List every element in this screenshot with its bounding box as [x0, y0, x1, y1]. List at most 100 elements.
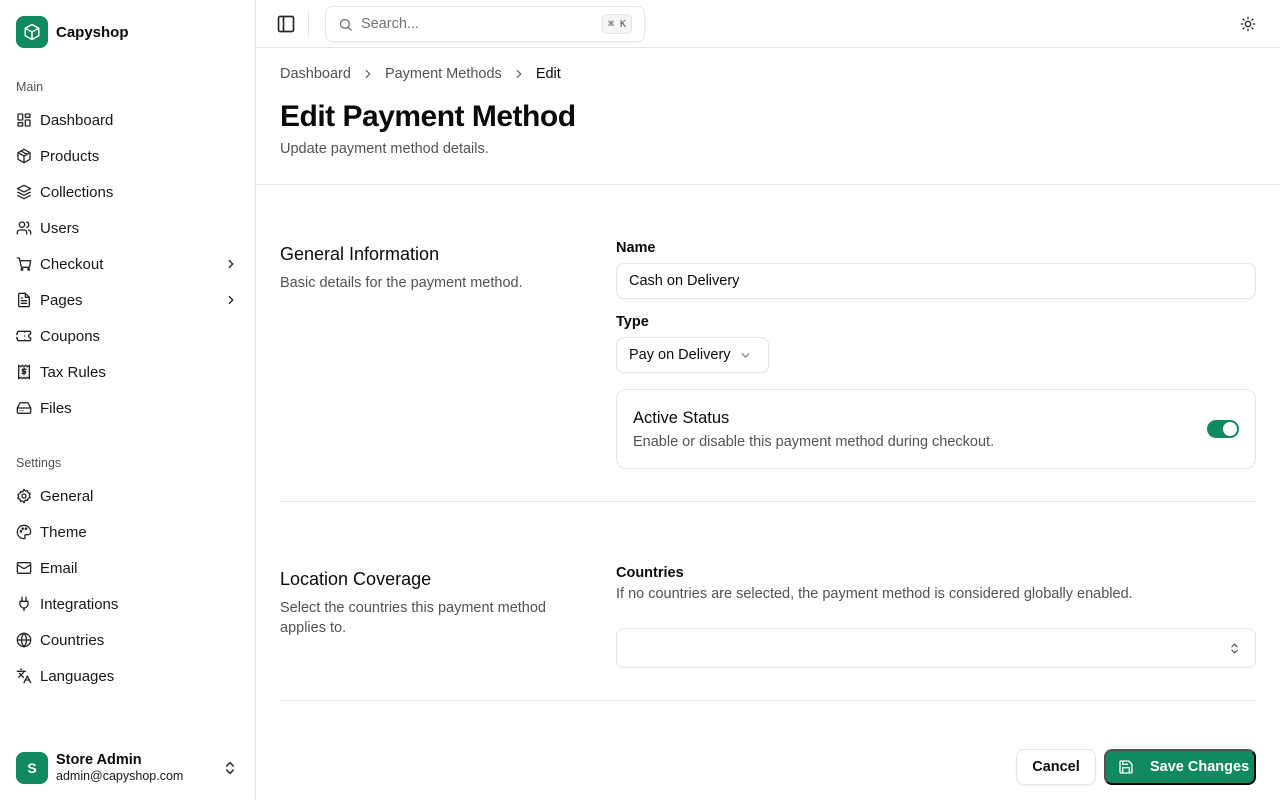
countries-label: Countries: [616, 565, 684, 581]
sidebar-item-label: General: [40, 487, 94, 505]
chevrons-up-down-icon: [225, 761, 235, 775]
shopping-cart-icon: [16, 257, 32, 271]
languages-icon: [16, 668, 32, 684]
sidebar-item-general[interactable]: General: [8, 478, 248, 514]
page-subtitle: Update payment method details.: [280, 141, 489, 157]
section-title-location: Location Coverage: [280, 569, 432, 589]
sidebar-item-languages[interactable]: Languages: [8, 658, 248, 694]
brand-name: Capyshop: [56, 23, 129, 41]
chevron-right-icon: [228, 295, 234, 305]
countries-help-text: If no countries are selected, the paymen…: [616, 586, 1133, 602]
nav-group-label-settings: Settings: [16, 456, 62, 470]
sidebar: Capyshop Main Dashboard Products Collect…: [0, 0, 256, 800]
sidebar-item-label: Files: [40, 399, 72, 417]
layout-dashboard-icon: [17, 113, 31, 127]
sidebar-item-dashboard[interactable]: Dashboard: [8, 102, 248, 138]
divider: [308, 12, 309, 36]
sidebar-item-label: Languages: [40, 667, 115, 685]
layers-icon: [16, 184, 32, 200]
nav-group-label-main: Main: [16, 80, 44, 94]
header-divider: [256, 184, 1280, 185]
sidebar-item-label: Collections: [40, 183, 114, 201]
sidebar-item-tax-rules[interactable]: Tax Rules: [8, 354, 248, 390]
user-email: admin@capyshop.com: [56, 769, 184, 783]
sidebar-item-label: Dashboard: [40, 111, 114, 129]
sidebar-item-label: Tax Rules: [40, 363, 106, 381]
section-description-general: Basic details for the payment method.: [280, 275, 523, 291]
sidebar-item-label: Email: [40, 559, 78, 577]
nav-main: Dashboard Products Collections Users Che…: [8, 102, 248, 426]
search-input[interactable]: Search... ⌘ K: [325, 6, 645, 42]
sidebar-item-label: Products: [40, 147, 100, 165]
sidebar-item-integrations[interactable]: Integrations: [8, 586, 248, 622]
chevron-right-icon: [516, 69, 522, 79]
search-placeholder: Search...: [361, 16, 420, 32]
settings-icon: [17, 488, 31, 504]
sun-icon[interactable]: [1240, 16, 1256, 32]
sidebar-item-checkout[interactable]: Checkout: [8, 246, 248, 282]
user-name: Store Admin: [56, 752, 142, 768]
chevron-right-icon: [365, 69, 371, 79]
receipt-dollar-icon: [18, 364, 30, 380]
sidebar-item-countries[interactable]: Countries: [8, 622, 248, 658]
sidebar-item-users[interactable]: Users: [8, 210, 248, 246]
sidebar-item-label: Checkout: [40, 255, 104, 273]
hard-drive-icon: [16, 402, 32, 414]
sidebar-item-label: Countries: [40, 631, 105, 649]
section-divider: [280, 700, 1256, 701]
toggle-knob: [1223, 422, 1237, 436]
type-select[interactable]: Pay on Delivery: [616, 337, 769, 373]
save-button[interactable]: Save Changes: [1104, 749, 1256, 785]
user-menu[interactable]: S Store Admin admin@capyshop.com: [16, 752, 240, 784]
countries-select[interactable]: [616, 628, 1256, 668]
palette-icon: [16, 524, 32, 540]
user-info: Store Admin admin@capyshop.com: [56, 752, 183, 784]
page-title: Edit Payment Method: [280, 100, 576, 133]
type-select-value: Pay on Delivery: [629, 347, 731, 363]
active-status-toggle[interactable]: [1207, 420, 1239, 438]
plug-icon: [19, 596, 29, 612]
chevron-right-icon: [228, 259, 234, 269]
sidebar-item-label: Integrations: [40, 595, 119, 613]
sidebar-item-email[interactable]: Email: [8, 550, 248, 586]
name-field[interactable]: [616, 263, 1256, 299]
chevron-down-icon: [741, 352, 749, 358]
box-logo-icon: [16, 16, 48, 48]
sidebar-item-products[interactable]: Products: [8, 138, 248, 174]
search-icon: [339, 18, 352, 31]
sidebar-item-theme[interactable]: Theme: [8, 514, 248, 550]
globe-icon: [16, 632, 32, 648]
section-title-general: General Information: [280, 244, 440, 264]
name-label: Name: [616, 240, 656, 256]
search-shortcut: ⌘ K: [601, 14, 632, 34]
breadcrumb-payment-methods[interactable]: Payment Methods: [385, 66, 502, 82]
cancel-button[interactable]: Cancel: [1016, 749, 1096, 785]
sidebar-item-label: Coupons: [40, 327, 101, 345]
chevrons-up-down-icon: [1231, 643, 1238, 654]
section-description-location: Select the countries this payment method…: [280, 600, 546, 636]
avatar: S: [16, 752, 48, 784]
topbar: Search... ⌘ K: [256, 0, 1280, 48]
sidebar-item-collections[interactable]: Collections: [8, 174, 248, 210]
sidebar-item-pages[interactable]: Pages: [8, 282, 248, 318]
save-button-label: Save Changes: [1150, 759, 1250, 775]
active-status-description: Enable or disable this payment method du…: [633, 434, 995, 450]
sidebar-item-label: Theme: [40, 523, 87, 541]
sidebar-item-label: Users: [40, 219, 80, 237]
brand[interactable]: Capyshop: [16, 16, 129, 48]
type-label: Type: [616, 314, 649, 330]
sidebar-item-coupons[interactable]: Coupons: [8, 318, 248, 354]
package-icon: [17, 148, 31, 164]
mail-icon: [16, 562, 32, 574]
breadcrumb-dashboard[interactable]: Dashboard: [280, 66, 351, 82]
section-divider: [280, 501, 1256, 502]
sidebar-toggle-icon[interactable]: [276, 14, 296, 34]
save-icon: [1119, 760, 1133, 774]
breadcrumb-current: Edit: [535, 66, 561, 82]
sidebar-item-files[interactable]: Files: [8, 390, 248, 426]
active-status-title: Active Status: [633, 409, 730, 427]
nav-settings: General Theme Email Integrations Countri…: [8, 478, 248, 694]
breadcrumb: Dashboard Payment Methods Edit: [280, 64, 561, 84]
ticket-icon: [16, 330, 32, 342]
sidebar-item-label: Pages: [40, 291, 83, 309]
